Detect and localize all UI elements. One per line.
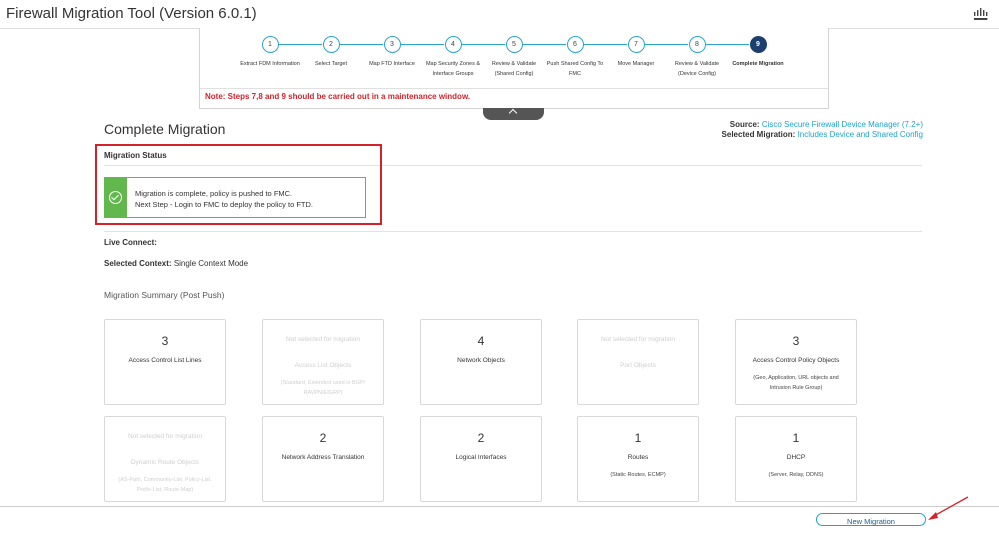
step-number: 1 [261,36,279,53]
footer-divider [0,506,999,507]
step-number: 7 [627,36,645,53]
title-bar: Firewall Migration Tool (Version 6.0.1) [0,0,999,29]
summary-card: 1 Routes (Static Routes, ECMP) [577,416,699,502]
step-number: 4 [444,36,462,53]
card-subtext: (Server, Relay, DDNS) [768,472,824,478]
arrow-annotation-icon [928,496,969,520]
card-count: 4 [477,334,485,348]
step-connector [340,44,383,45]
live-connect-label: Live Connect: [104,238,157,247]
step-9: 9 Complete Migration [718,36,798,69]
page-title: Complete Migration [104,121,226,137]
maintenance-note: Note: Steps 7,8 and 9 should be carried … [205,92,471,101]
summary-card: 2 Logical Interfaces [420,416,542,502]
card-count: 2 [477,431,485,445]
selected-migration-value: Includes Device and Shared Config [797,130,923,139]
summary-card: 3 Access Control Policy Objects (Geo, Appl… [735,319,857,405]
card-label: Network Objects [457,357,505,364]
card-label: DHCP [786,454,806,461]
selected-context-label: Selected Context: [104,259,172,268]
new-migration-button[interactable]: New Migration [816,513,926,526]
summary-card: Not selected for migration Dynamic Route … [104,416,226,502]
card-count: 3 [161,334,169,348]
cisco-logo-icon [974,8,988,20]
highlight-annotation [95,144,382,225]
card-label: Network Address Translation [281,454,365,461]
step-connector [523,44,566,45]
card-subtext: (Geo, Application, URL objects and Intru… [753,375,839,391]
summary-title: Migration Summary (Post Push) [104,290,225,300]
step-number: 9 [749,36,767,53]
source-label: Source: [729,120,760,129]
summary-card: 4 Network Objects [420,319,542,405]
not-selected-text: Not selected for migration [127,433,203,440]
step-connector [645,44,688,45]
summary-card: Not selected for migration Port Objects [577,319,699,405]
card-subtext: (Standard, Extended used in BGP/ RAVPN/E… [280,380,366,396]
card-label: Dynamic Route Objects [130,459,200,466]
step-number: 3 [383,36,401,53]
step-number: 2 [322,36,340,53]
source-info: Source: Cisco Secure Firewall Device Man… [722,120,923,140]
divider [104,231,922,232]
step-connector [462,44,505,45]
step-connector [706,44,749,45]
card-label: Logical Interfaces [455,454,507,461]
selected-context-value: Single Context Mode [173,259,249,268]
card-count: 1 [634,431,642,445]
source-value: Cisco Secure Firewall Device Manager (7.… [761,120,923,129]
not-selected-text: Not selected for migration [600,336,676,343]
step-connector [584,44,627,45]
summary-card: Not selected for migration Access List Ob… [262,319,384,405]
card-label: Access Control List Lines [128,357,202,364]
summary-card: 1 DHCP (Server, Relay, DDNS) [735,416,857,502]
step-number: 5 [505,36,523,53]
summary-card: 2 Network Address Translation [262,416,384,502]
app-title: Firewall Migration Tool (Version 6.0.1) [6,5,257,22]
card-label: Access List Objects [294,362,352,369]
card-label: Access Control Policy Objects [752,357,840,364]
step-number: 6 [566,36,584,53]
selected-context: Selected Context: Single Context Mode [104,259,248,268]
not-selected-text: Not selected for migration [285,336,361,343]
stepper-divider [200,88,828,89]
chevron-up-icon [508,108,518,118]
card-count: 2 [319,431,327,445]
step-connector [279,44,322,45]
collapse-stepper-button[interactable] [483,108,544,120]
card-subtext: (Static Routes, ECMP) [610,472,666,478]
step-connector [401,44,444,45]
card-label: Routes [627,454,649,461]
card-count: 1 [792,431,800,445]
summary-card: 3 Access Control List Lines [104,319,226,405]
card-label: Port Objects [620,362,656,369]
step-label: Complete Migration [732,61,784,67]
migration-stepper: Note: Steps 7,8 and 9 should be carried … [199,28,829,109]
selected-migration-label: Selected Migration: [721,130,796,139]
card-count: 3 [792,334,800,348]
step-number: 8 [688,36,706,53]
card-subtext: (AS-Path, Community-List, Policy-List, P… [118,477,212,493]
